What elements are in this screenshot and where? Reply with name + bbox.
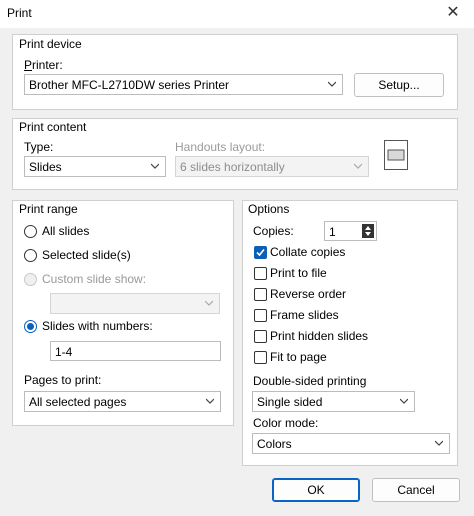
cancel-button-label: Cancel	[397, 483, 435, 497]
print-device-heading: Print device	[19, 37, 82, 51]
slide-preview-icon	[384, 140, 408, 170]
custom-show-radio	[24, 273, 37, 286]
ok-button[interactable]: OK	[272, 478, 360, 502]
fit-to-page-label[interactable]: Fit to page	[270, 350, 327, 364]
handouts-layout-value: 6 slides horizontally	[180, 160, 285, 174]
print-hidden-slides-checkbox[interactable]	[254, 330, 267, 343]
printer-dropdown[interactable]: Brother MFC-L2710DW series Printer	[24, 74, 343, 95]
type-label: Type:	[24, 140, 54, 154]
type-value: Slides	[29, 160, 62, 174]
copies-spinner[interactable]: 1	[324, 221, 377, 241]
handouts-layout-label: Handouts layout:	[175, 140, 266, 154]
print-range-heading: Print range	[19, 202, 78, 216]
all-slides-label[interactable]: All slides	[42, 224, 89, 238]
selected-slides-label[interactable]: Selected slide(s)	[42, 248, 131, 262]
fit-to-page-checkbox[interactable]	[254, 351, 267, 364]
setup-button-label: Setup...	[378, 78, 420, 92]
slides-numbers-value: 1-4	[55, 345, 73, 359]
collate-copies-checkbox[interactable]	[254, 246, 267, 259]
pages-to-print-label: Pages to print:	[24, 373, 102, 387]
reverse-order-checkbox[interactable]	[254, 288, 267, 301]
checkmark-icon	[256, 248, 265, 257]
all-slides-radio[interactable]	[24, 225, 37, 238]
ok-button-label: OK	[307, 483, 325, 497]
color-mode-dropdown[interactable]: Colors	[252, 433, 450, 454]
window-title: Print	[7, 6, 32, 20]
double-sided-dropdown[interactable]: Single sided	[252, 391, 415, 412]
setup-button[interactable]: Setup...	[354, 73, 444, 97]
double-sided-label: Double-sided printing	[253, 374, 367, 388]
pages-to-print-dropdown[interactable]: All selected pages	[24, 391, 221, 412]
frame-slides-label[interactable]: Frame slides	[270, 308, 339, 322]
pages-to-print-value: All selected pages	[29, 395, 127, 409]
reverse-order-label[interactable]: Reverse order	[270, 287, 346, 301]
color-mode-label: Color mode:	[253, 416, 319, 430]
chevron-down-icon	[400, 398, 408, 404]
collate-copies-label[interactable]: Collate copies	[270, 245, 345, 259]
type-dropdown[interactable]: Slides	[24, 156, 166, 177]
copies-value: 1	[329, 225, 336, 239]
selected-slides-radio[interactable]	[24, 249, 37, 262]
chevron-down-icon	[435, 440, 443, 446]
chevron-down-icon	[354, 163, 362, 169]
title-bar	[0, 0, 474, 28]
print-content-heading: Print content	[19, 120, 87, 134]
printer-label: Printer:	[24, 58, 63, 72]
copies-label: Copies:	[253, 224, 294, 238]
color-mode-value: Colors	[257, 437, 292, 451]
slides-with-numbers-radio[interactable]	[24, 320, 37, 333]
close-icon[interactable]: ✕	[438, 2, 468, 24]
chevron-down-icon	[151, 163, 159, 169]
printer-value: Brother MFC-L2710DW series Printer	[29, 78, 230, 92]
custom-show-dropdown	[50, 293, 220, 314]
print-to-file-checkbox[interactable]	[254, 267, 267, 280]
slides-with-numbers-label[interactable]: Slides with numbers:	[42, 319, 153, 333]
print-hidden-slides-label[interactable]: Print hidden slides	[270, 329, 368, 343]
chevron-down-icon	[328, 81, 336, 87]
frame-slides-checkbox[interactable]	[254, 309, 267, 322]
chevron-down-icon	[205, 300, 213, 306]
handouts-layout-dropdown: 6 slides horizontally	[175, 156, 369, 177]
spinner-arrows-icon[interactable]	[362, 224, 374, 238]
options-heading: Options	[248, 202, 290, 216]
custom-show-label: Custom slide show:	[42, 272, 147, 286]
double-sided-value: Single sided	[257, 395, 323, 409]
chevron-down-icon	[206, 398, 214, 404]
slides-numbers-input[interactable]: 1-4	[50, 341, 221, 361]
print-to-file-label[interactable]: Print to file	[270, 266, 327, 280]
cancel-button[interactable]: Cancel	[372, 478, 460, 502]
